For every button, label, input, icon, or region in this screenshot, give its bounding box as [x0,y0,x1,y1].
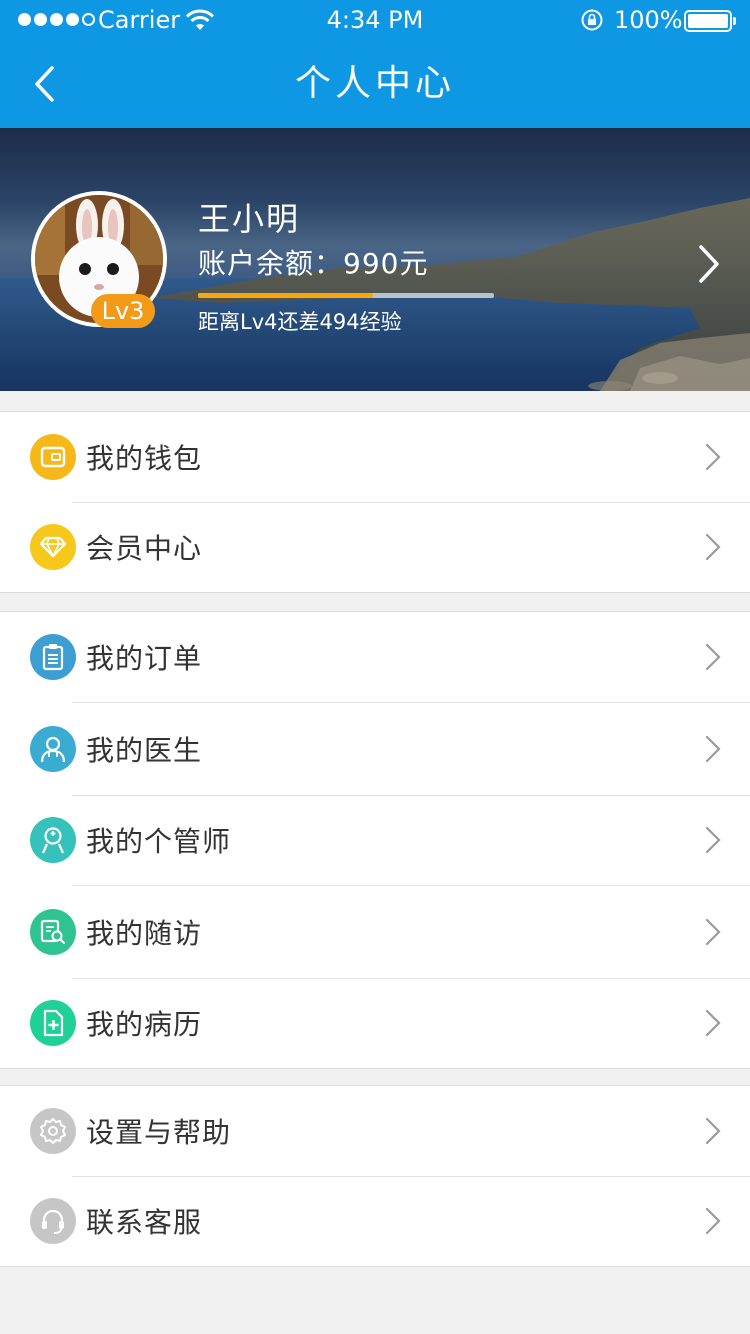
nurse-icon [30,817,76,863]
gear-icon [30,1108,76,1154]
top-bar: Carrier 4:34 PM 100% 个人中心 [0,0,750,128]
chevron-right-icon [705,1117,721,1145]
menu-item-follow-up[interactable]: 我的随访 [0,885,750,978]
menu-item-label: 会员中心 [86,532,203,565]
clipboard-icon [30,634,76,680]
level-badge: Lv3 [91,294,155,328]
doctor-icon [30,725,76,772]
experience-remaining-text: 距离Lv4还差494经验 [198,310,402,334]
menu-item-label: 我的钱包 [86,442,203,475]
menu-item-case-manager[interactable]: 我的个管师 [0,795,750,885]
status-bar: Carrier 4:34 PM 100% [0,0,750,40]
page-title: 个人中心 [294,63,455,104]
document-search-icon [30,908,76,955]
menu-item-medical-records[interactable]: 我的病历 [0,978,750,1068]
menu-item-orders[interactable]: 我的订单 [0,612,750,702]
menu-item-doctor[interactable]: 我的医生 [0,702,750,795]
menu-item-settings[interactable]: 设置与帮助 [0,1086,750,1176]
menu-item-label: 我的病历 [86,1008,203,1041]
chevron-right-icon [705,533,721,561]
chevron-right-icon [705,443,721,471]
menu-item-label: 我的医生 [86,733,203,767]
menu-item-label: 联系客服 [86,1206,203,1239]
menu-group-health: 我的订单 我的医生 我的个管师 我的随访 我的病历 [0,611,750,1069]
menu-group-account: 我的钱包 会员中心 [0,411,750,593]
experience-progress-fill [198,293,373,298]
account-balance: 账户余额：990元 [198,247,429,280]
diamond-icon [30,524,76,570]
menu-item-label: 我的个管师 [86,825,232,858]
menu-item-wallet[interactable]: 我的钱包 [0,412,750,502]
chevron-right-icon[interactable] [694,243,724,285]
menu-item-customer-service[interactable]: 联系客服 [0,1176,750,1266]
chevron-right-icon [705,735,721,762]
chevron-right-icon [705,1207,721,1235]
headset-icon [30,1198,76,1244]
chevron-right-icon [705,918,721,945]
wallet-icon [30,434,76,480]
menu-item-label: 我的随访 [86,916,203,950]
menu-item-membership[interactable]: 会员中心 [0,502,750,592]
user-name: 王小明 [198,200,301,238]
medical-record-icon [30,1000,76,1046]
menu-item-label: 我的订单 [86,642,203,675]
chevron-right-icon [705,643,721,671]
chevron-right-icon [705,826,721,854]
rotation-lock-icon [581,9,603,31]
battery-icon [684,10,736,32]
experience-progress-bar [198,293,494,298]
chevron-right-icon [705,1009,721,1037]
menu-group-support: 设置与帮助 联系客服 [0,1085,750,1267]
menu-item-label: 设置与帮助 [86,1116,232,1149]
profile-banner[interactable]: Lv3 王小明 账户余额：990元 距离Lv4还差494经验 [0,128,750,391]
battery-percent: 100% [614,6,683,34]
